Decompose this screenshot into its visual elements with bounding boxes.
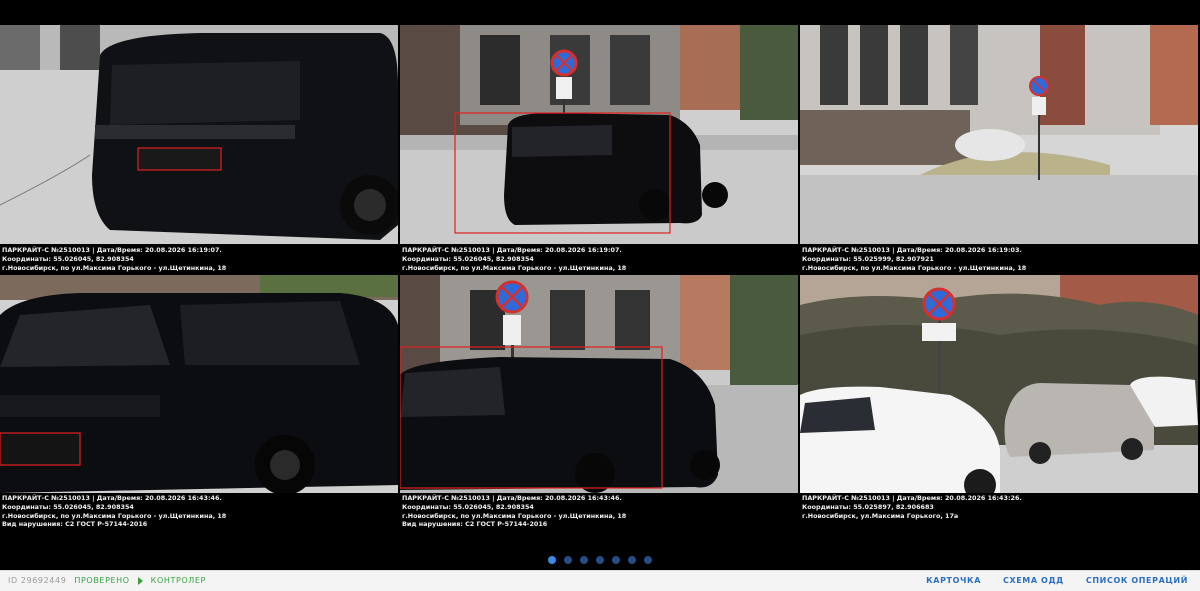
status-bar: ID 29692449 ПРОВЕРЕНО КОНТРОЛЕР КАРТОЧКА… — [0, 570, 1200, 591]
role-label: КОНТРОЛЕР — [150, 576, 206, 585]
photo-caption-4: ПАРКРАЙТ-С №2510013 | Дата/Время: 20.08.… — [2, 494, 227, 529]
violation-photo-1[interactable] — [0, 25, 398, 244]
photo-card-1[interactable]: ПАРКРАЙТ-С №2510013 | Дата/Время: 20.08.… — [0, 25, 398, 273]
photo-caption-2: ПАРКРАЙТ-С №2510013 | Дата/Время: 20.08.… — [402, 246, 627, 272]
photo-card-6[interactable]: ПАРКРАЙТ-С №2510013 | Дата/Время: 20.08.… — [800, 275, 1198, 530]
traffic-scheme-link[interactable]: СХЕМА ОДД — [1003, 576, 1064, 585]
license-plate-box — [137, 147, 222, 171]
photo-caption-3: ПАРКРАЙТ-С №2510013 | Дата/Время: 20.08.… — [802, 246, 1027, 272]
photo-card-4[interactable]: ПАРКРАЙТ-С №2510013 | Дата/Время: 20.08.… — [0, 275, 398, 530]
pagination-dot[interactable] — [612, 556, 620, 564]
violation-photo-6[interactable] — [800, 275, 1198, 493]
photo-card-3[interactable]: ПАРКРАЙТ-С №2510013 | Дата/Время: 20.08.… — [800, 25, 1198, 273]
card-link[interactable]: КАРТОЧКА — [926, 576, 981, 585]
pagination-dot[interactable] — [596, 556, 604, 564]
pagination-dot[interactable] — [580, 556, 588, 564]
record-id: ID 29692449 — [8, 576, 67, 585]
pagination-dot[interactable] — [564, 556, 572, 564]
photo-card-5[interactable]: ПАРКРАЙТ-С №2510013 | Дата/Время: 20.08.… — [400, 275, 798, 530]
pagination-dot[interactable] — [644, 556, 652, 564]
pagination-dot[interactable] — [628, 556, 636, 564]
pagination-dot[interactable] — [548, 556, 556, 564]
operations-list-link[interactable]: СПИСОК ОПЕРАЦИЙ — [1086, 576, 1188, 585]
violation-photo-2[interactable] — [400, 25, 798, 244]
photo-grid: ПАРКРАЙТ-С №2510013 | Дата/Время: 20.08.… — [0, 25, 1200, 530]
violation-photo-4[interactable] — [0, 275, 398, 493]
carousel-pagination — [0, 556, 1200, 566]
photo-caption-5: ПАРКРАЙТ-С №2510013 | Дата/Время: 20.08.… — [402, 494, 627, 529]
license-plate-box — [0, 432, 81, 466]
violation-photo-3[interactable] — [800, 25, 1198, 244]
violation-photo-5[interactable] — [400, 275, 798, 493]
verification-status: ПРОВЕРЕНО — [74, 576, 130, 585]
photo-caption-6: ПАРКРАЙТ-С №2510013 | Дата/Время: 20.08.… — [802, 494, 1022, 520]
photo-card-2[interactable]: ПАРКРАЙТ-С №2510013 | Дата/Время: 20.08.… — [400, 25, 798, 273]
photo-caption-1: ПАРКРАЙТ-С №2510013 | Дата/Время: 20.08.… — [2, 246, 227, 272]
arrow-right-icon — [137, 576, 143, 585]
